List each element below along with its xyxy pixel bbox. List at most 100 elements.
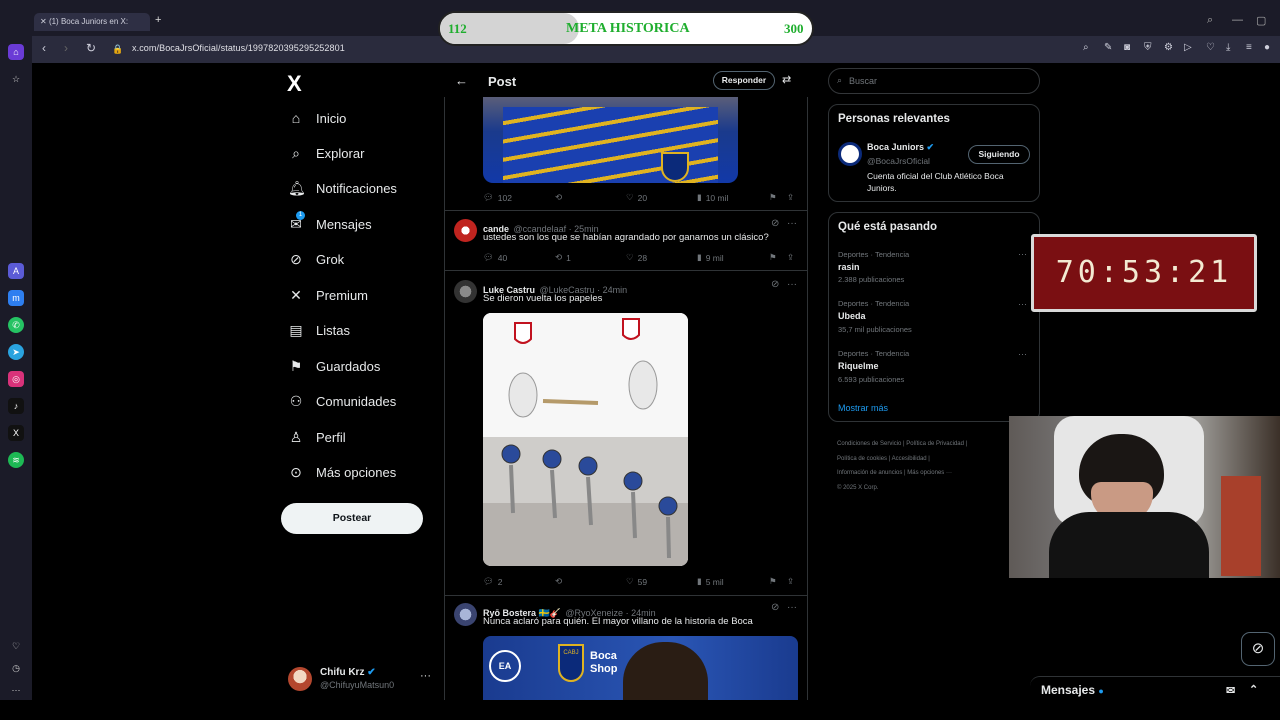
- account-avatar[interactable]: [288, 667, 312, 691]
- edit-icon[interactable]: ✎: [1104, 42, 1112, 53]
- like-action[interactable]: ♡ 28: [626, 252, 647, 263]
- retweet-action[interactable]: ⟲: [555, 576, 562, 587]
- whatsapp-icon[interactable]: ✆: [8, 317, 24, 333]
- maximize-icon[interactable]: ▢: [1256, 14, 1266, 27]
- search-input[interactable]: ⌕ Buscar: [828, 68, 1040, 94]
- compose-message-icon[interactable]: ✉: [1226, 684, 1235, 697]
- nav-listas[interactable]: ▤ Listas: [288, 318, 350, 342]
- tiktok-icon[interactable]: ♪: [8, 398, 24, 414]
- bookmark-action[interactable]: ⚑: [769, 252, 777, 263]
- browser-tab[interactable]: ✕ (1) Boca Juniors en X:: [34, 13, 150, 31]
- back-icon[interactable]: ‹: [42, 41, 46, 55]
- trend-more-icon[interactable]: ···: [1018, 299, 1027, 309]
- trend-more-icon[interactable]: ···: [1018, 249, 1027, 259]
- telegram-icon[interactable]: ➤: [8, 344, 24, 360]
- bookmark-action[interactable]: ⚑: [769, 192, 777, 203]
- x-logo-icon[interactable]: X: [287, 71, 302, 97]
- nav-explorar[interactable]: ⌕ Explorar: [288, 141, 364, 165]
- x-sidebar-icon[interactable]: X: [8, 425, 24, 441]
- messenger-icon[interactable]: m: [8, 290, 24, 306]
- nav-premium[interactable]: ✕ Premium: [288, 283, 368, 307]
- share-action[interactable]: ⇪: [787, 576, 794, 587]
- views-action[interactable]: ▮ 9 mil: [697, 252, 724, 263]
- grok-explain-icon[interactable]: ⊘: [771, 279, 779, 290]
- bookmark-action[interactable]: ⚑: [769, 576, 777, 587]
- tab-search-icon[interactable]: ⌕: [1207, 14, 1213, 27]
- footer-link[interactable]: Política de cookies: [837, 456, 887, 462]
- relevant-handle[interactable]: @BocaJrsOficial: [867, 156, 930, 166]
- reload-icon[interactable]: ↻: [86, 41, 96, 55]
- like-action[interactable]: ♡ 59: [626, 576, 647, 587]
- forward-icon[interactable]: ›: [64, 41, 68, 55]
- footer-link[interactable]: Política de Privacidad: [906, 441, 964, 447]
- reply-button[interactable]: Responder: [713, 71, 775, 90]
- avatar[interactable]: [454, 219, 477, 242]
- nav-guardados[interactable]: ⚑ Guardados: [288, 354, 381, 378]
- nav-comunidades[interactable]: ⚇ Comunidades: [288, 389, 397, 413]
- trend-name[interactable]: rasin: [838, 262, 860, 272]
- favorites-heart-icon[interactable]: ♡: [8, 638, 24, 654]
- footer-link[interactable]: Más opciones ···: [907, 470, 952, 476]
- trend-name[interactable]: Riquelme: [838, 361, 879, 371]
- tweet-time[interactable]: 24min: [603, 285, 628, 295]
- footer-link[interactable]: Condiciones de Servicio: [837, 441, 901, 447]
- views-action[interactable]: ▮ 5 mil: [697, 576, 724, 587]
- like-action[interactable]: ♡ 20: [626, 192, 647, 203]
- nav-notificaciones[interactable]: 🔔︎ Notificaciones: [288, 176, 397, 200]
- settings-icon[interactable]: ⚙: [1164, 42, 1173, 53]
- back-arrow-icon[interactable]: ←: [455, 73, 468, 88]
- share-action[interactable]: ⇪: [787, 192, 794, 203]
- grok-explain-icon[interactable]: ⊘: [771, 602, 779, 613]
- aria-icon[interactable]: A: [8, 263, 24, 279]
- show-more-link[interactable]: Mostrar más: [838, 403, 888, 413]
- grok-button[interactable]: ⊘: [1241, 632, 1275, 666]
- avatar[interactable]: [454, 280, 477, 303]
- reply-action[interactable]: 💬︎ 2: [483, 576, 503, 587]
- camera-icon[interactable]: ◙: [1124, 42, 1130, 53]
- trend-more-icon[interactable]: ···: [1018, 349, 1027, 359]
- nav-grok[interactable]: ⊘ Grok: [288, 247, 344, 271]
- post-button[interactable]: Postear: [281, 503, 423, 534]
- shield-icon[interactable]: ⛨: [1144, 42, 1152, 53]
- footer-link[interactable]: Accesibilidad: [892, 456, 927, 462]
- expand-icon[interactable]: ⌃: [1249, 683, 1258, 696]
- nav-mensajes[interactable]: ✉ 1 Mensajes: [288, 210, 372, 236]
- tweet-more-icon[interactable]: ···: [787, 279, 797, 290]
- boca-avatar[interactable]: [838, 142, 862, 166]
- home-sidebar-icon[interactable]: ⌂: [8, 44, 24, 60]
- tweet-more-icon[interactable]: ···: [787, 602, 797, 613]
- url-field[interactable]: x.com/BocaJrsOficial/status/199782039529…: [132, 43, 345, 53]
- minimize-icon[interactable]: —: [1232, 14, 1243, 26]
- retweet-action[interactable]: ⟲: [555, 192, 562, 203]
- download-icon[interactable]: ⤓: [1226, 42, 1230, 53]
- filter-icon[interactable]: ⇄: [782, 73, 791, 86]
- post-image[interactable]: [483, 97, 738, 183]
- nav-perfil[interactable]: ♙ Perfil: [288, 425, 346, 449]
- grok-explain-icon[interactable]: ⊘: [771, 218, 779, 229]
- tweet-image[interactable]: EA CABJ Boca Shop: [483, 636, 798, 700]
- views-action[interactable]: ▮ 10 mil: [697, 192, 728, 203]
- new-tab-button[interactable]: +: [155, 14, 161, 26]
- tweet-more-icon[interactable]: ···: [787, 218, 797, 229]
- reply-action[interactable]: 💬︎ 102: [483, 192, 512, 203]
- profile-icon[interactable]: ●: [1264, 42, 1270, 53]
- more-sidebar-icon[interactable]: ⋯: [8, 682, 24, 698]
- spotify-icon[interactable]: ≋: [8, 452, 24, 468]
- heart-icon[interactable]: ♡: [1206, 42, 1215, 53]
- star-icon[interactable]: ☆: [8, 71, 24, 87]
- trend-name[interactable]: Ubeda: [838, 311, 866, 321]
- reply-action[interactable]: 💬︎ 40: [483, 252, 507, 263]
- footer-link[interactable]: Información de anuncios: [837, 470, 902, 476]
- menu-icon[interactable]: ≡: [1246, 42, 1252, 53]
- account-name[interactable]: Chifu Krz ✔: [320, 667, 376, 678]
- following-button[interactable]: Siguiendo: [968, 145, 1030, 164]
- play-icon[interactable]: ▷: [1184, 42, 1192, 53]
- messages-drawer[interactable]: Mensajes ● ✉ ⌃: [1030, 676, 1280, 703]
- account-more-icon[interactable]: ···: [420, 670, 431, 682]
- relevant-name[interactable]: Boca Juniors ✔: [867, 142, 934, 153]
- avatar[interactable]: [454, 603, 477, 626]
- instagram-icon[interactable]: ◎: [8, 371, 24, 387]
- history-icon[interactable]: ◷: [8, 660, 24, 676]
- meme-image[interactable]: [483, 313, 688, 566]
- nav-inicio[interactable]: ⌂ Inicio: [288, 106, 347, 130]
